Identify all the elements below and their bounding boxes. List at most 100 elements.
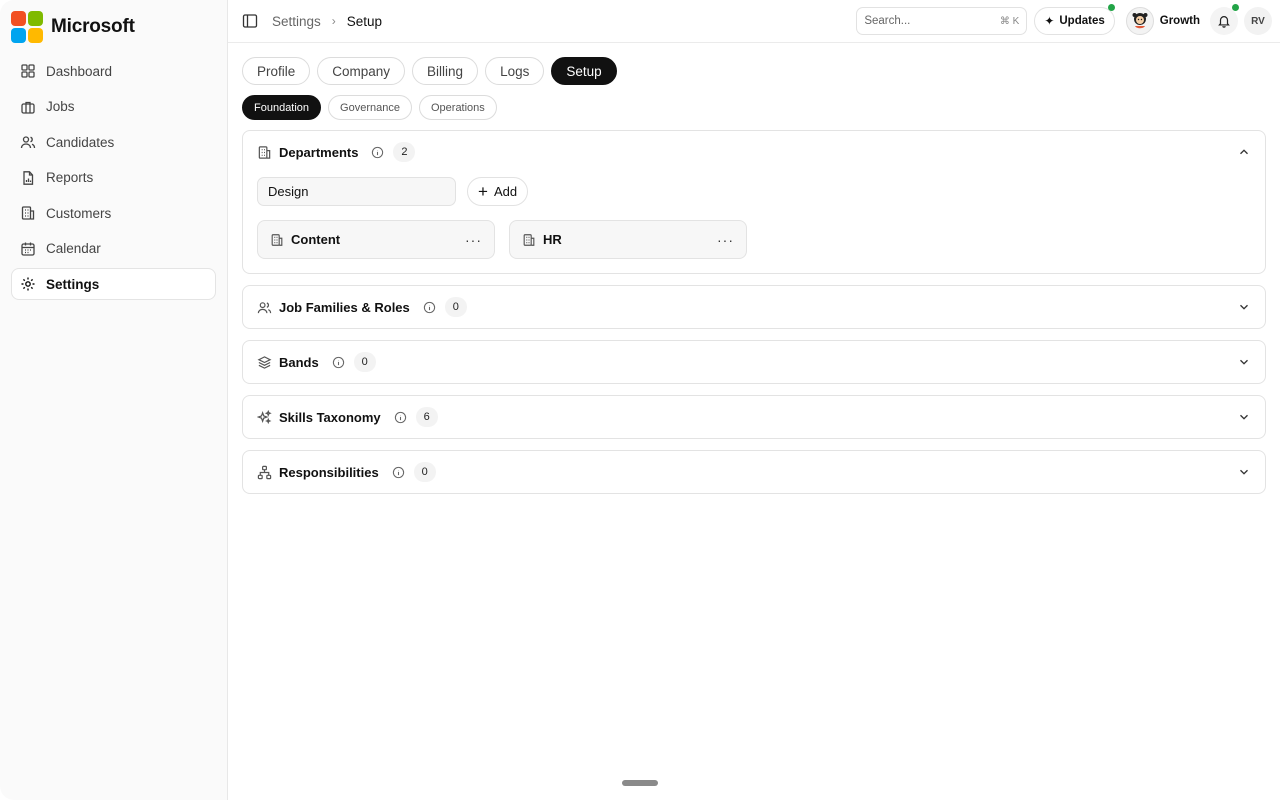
section-skills-taxonomy: Skills Taxonomy 6 [242, 395, 1266, 439]
building-icon [523, 233, 535, 246]
building-icon [258, 145, 271, 159]
tab-billing[interactable]: Billing [412, 57, 479, 85]
sparkle-icon: ✦ [1044, 14, 1055, 28]
sidebar-item-customers[interactable]: Customers [11, 197, 216, 229]
sparkles-icon [257, 409, 272, 424]
tab-logs[interactable]: Logs [485, 57, 545, 85]
section-header-bands[interactable]: Bands 0 [243, 341, 1265, 383]
mascot-icon [1132, 13, 1148, 29]
sidebar-toggle-icon[interactable] [242, 13, 258, 29]
brand[interactable]: Microsoft [11, 10, 216, 43]
brand-name: Microsoft [51, 15, 135, 37]
subtab-foundation[interactable]: Foundation [242, 95, 322, 120]
count-badge: 6 [415, 407, 438, 427]
section-responsibilities: Responsibilities 0 [242, 450, 1266, 494]
tab-setup[interactable]: Setup [551, 57, 617, 85]
report-icon [23, 170, 34, 185]
sidebar-item-jobs[interactable]: Jobs [11, 91, 216, 123]
sidebar-item-dashboard[interactable]: Dashboard [11, 55, 216, 87]
sidebar-item-label: Settings [46, 276, 100, 292]
section-title: Responsibilities [279, 464, 379, 480]
gear-icon [21, 277, 35, 291]
department-name: HR [543, 232, 562, 247]
updates-status-dot [1107, 4, 1115, 11]
updates-button[interactable]: ✦ Updates [1034, 4, 1115, 35]
tab-profile[interactable]: Profile [242, 57, 311, 85]
count-badge: 2 [393, 142, 416, 162]
main-area: Settings › Setup Search... ⌘ K ✦ Updates [228, 0, 1280, 800]
department-name: Content [291, 232, 341, 247]
info-icon[interactable] [332, 356, 345, 369]
workspace-switcher[interactable]: Growth [1125, 7, 1200, 35]
info-icon[interactable] [423, 301, 436, 314]
section-title: Skills Taxonomy [279, 409, 381, 425]
info-icon[interactable] [392, 466, 405, 479]
more-options-icon[interactable]: ··· [465, 232, 482, 248]
breadcrumb-setup: Setup [346, 13, 383, 29]
department-input-row: + Add [257, 177, 1251, 206]
chevron-down-icon[interactable] [1237, 300, 1251, 314]
workspace-avatar [1125, 7, 1154, 35]
section-header-responsibilities[interactable]: Responsibilities 0 [243, 451, 1265, 493]
sidebar-item-label: Calendar [46, 241, 101, 256]
dashboard-icon [21, 64, 35, 78]
calendar-icon [21, 242, 35, 256]
sidebar-item-label: Reports [46, 170, 94, 185]
section-header-job-families[interactable]: Job Families & Roles 0 [243, 286, 1265, 328]
section-title: Job Families & Roles [279, 299, 410, 315]
updates-label: Updates [1059, 15, 1105, 27]
user-avatar[interactable]: RV [1244, 7, 1272, 35]
info-icon[interactable] [371, 146, 384, 159]
users-icon [20, 136, 36, 149]
sidebar-item-calendar[interactable]: Calendar [11, 233, 216, 265]
chevron-down-icon[interactable] [1237, 410, 1251, 424]
add-department-button[interactable]: + Add [467, 177, 529, 206]
section-bands: Bands 0 [242, 340, 1266, 384]
bell-icon [1218, 16, 1230, 28]
departments-body: + Add Content ··· HR ··· [243, 173, 1265, 273]
notifications-button[interactable] [1210, 4, 1239, 35]
scroll-handle[interactable] [622, 780, 658, 786]
section-departments: Departments 2 + Add [242, 130, 1266, 274]
subtab-operations[interactable]: Operations [418, 95, 497, 120]
sidebar-item-candidates[interactable]: Candidates [11, 126, 216, 158]
topbar-actions: Search... ⌘ K ✦ Updates Growth RV [856, 4, 1272, 35]
section-header-skills[interactable]: Skills Taxonomy 6 [243, 396, 1265, 438]
briefcase-icon [21, 101, 35, 114]
section-title: Bands [279, 354, 319, 370]
search-shortcut: ⌘ K [999, 15, 1020, 27]
notification-status-dot [1232, 4, 1239, 11]
chevron-up-icon[interactable] [1237, 145, 1251, 159]
sidebar-item-settings[interactable]: Settings [11, 268, 216, 300]
count-badge: 0 [444, 297, 467, 317]
department-card[interactable]: Content ··· [257, 220, 495, 259]
sidebar-item-reports[interactable]: Reports [11, 162, 216, 194]
building-icon [271, 233, 283, 246]
layers-icon [257, 355, 272, 369]
count-badge: 0 [353, 352, 376, 372]
sidebar-item-label: Customers [46, 205, 112, 221]
sidebar-item-label: Dashboard [46, 63, 113, 79]
department-list: Content ··· HR ··· [257, 220, 1251, 259]
sidebar-item-label: Jobs [46, 99, 75, 114]
sidebar: Microsoft Dashboard Jobs Candidates Repo… [0, 0, 228, 800]
tab-company[interactable]: Company [317, 57, 406, 85]
users-icon [257, 301, 272, 313]
section-title: Departments [279, 144, 359, 160]
building-icon [21, 206, 35, 220]
search-input[interactable]: Search... ⌘ K [856, 7, 1028, 35]
breadcrumb-settings[interactable]: Settings [272, 14, 321, 29]
section-header-departments[interactable]: Departments 2 [243, 131, 1265, 173]
department-name-input[interactable] [257, 177, 456, 206]
settings-tabs: Profile Company Billing Logs Setup [242, 57, 1266, 85]
section-job-families: Job Families & Roles 0 [242, 285, 1266, 329]
chevron-down-icon[interactable] [1237, 465, 1251, 479]
app-window: Microsoft Dashboard Jobs Candidates Repo… [0, 0, 1280, 800]
sidebar-item-label: Candidates [46, 134, 115, 150]
more-options-icon[interactable]: ··· [717, 232, 734, 248]
subtab-governance[interactable]: Governance [328, 95, 412, 120]
settings-content: Profile Company Billing Logs Setup Found… [228, 43, 1280, 494]
info-icon[interactable] [394, 411, 407, 424]
department-card[interactable]: HR ··· [509, 220, 747, 259]
chevron-down-icon[interactable] [1237, 355, 1251, 369]
